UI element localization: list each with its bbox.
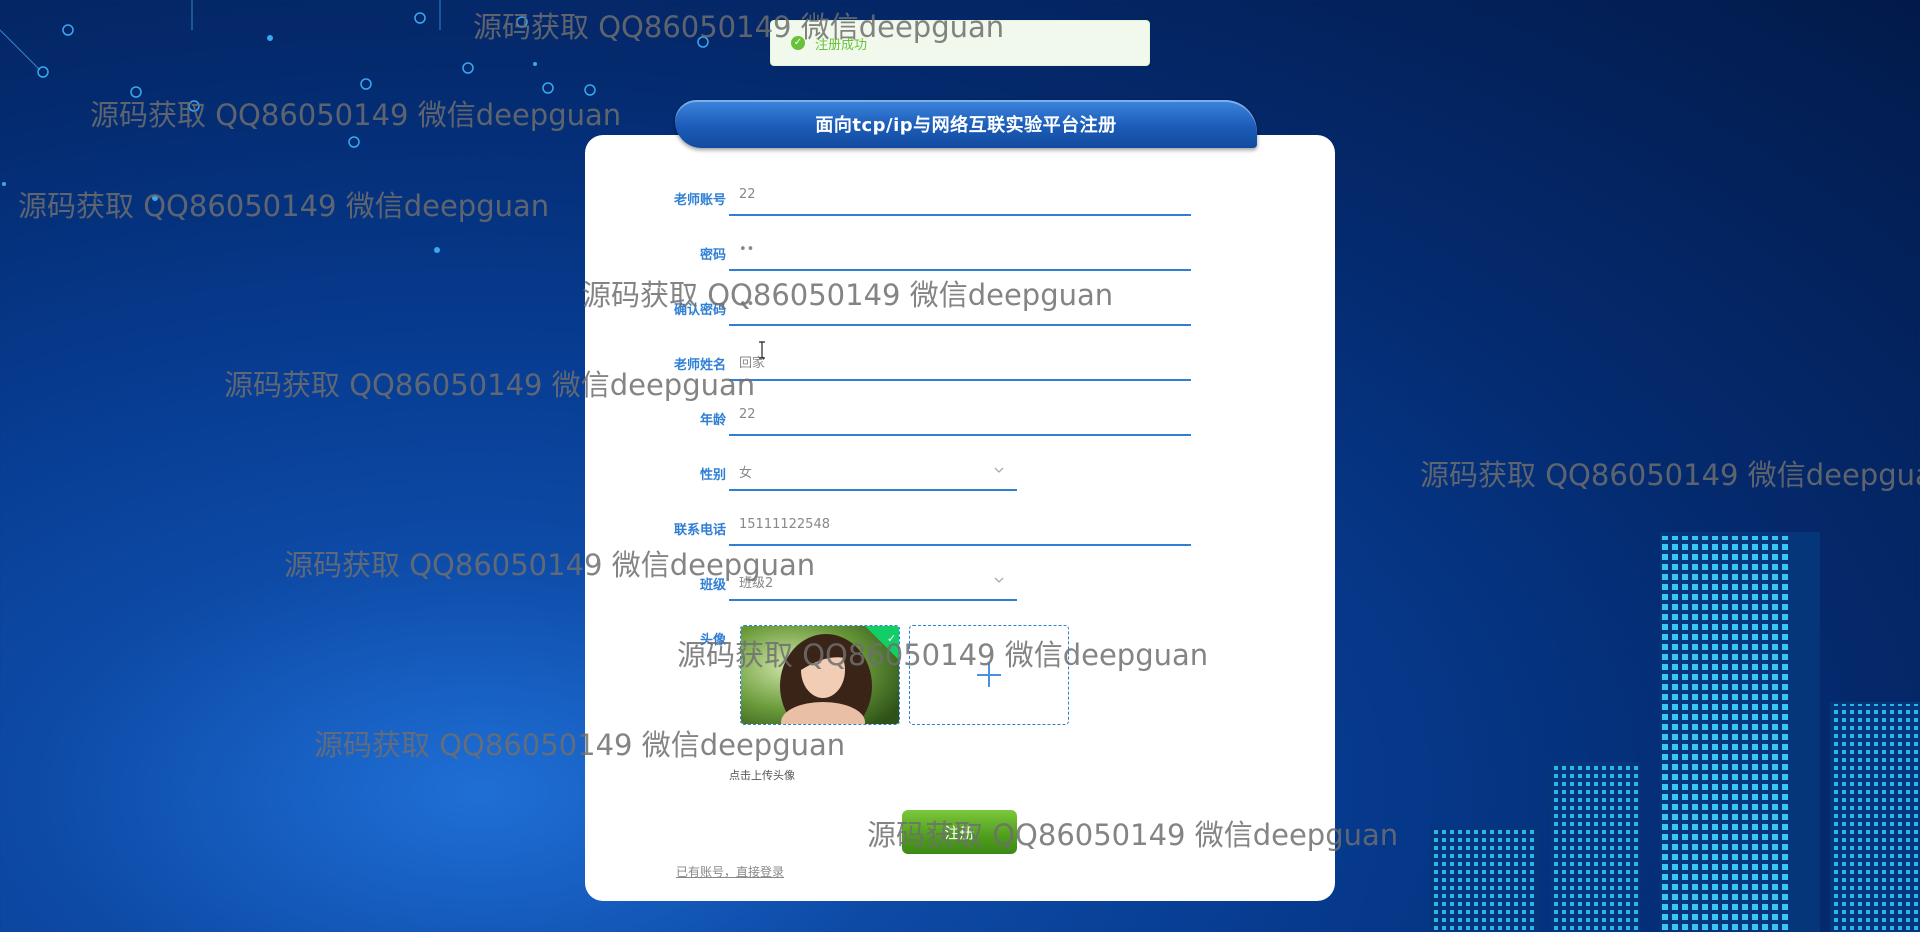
register-form-card: 老师账号 22 密码 •• 确认密码 •• 老师姓名 回家 年龄 22 性别 女… [585, 135, 1335, 901]
page-title: 面向tcp/ip与网络互联实验平台注册 [815, 115, 1117, 136]
phone-input[interactable]: 15111122548 [729, 507, 1191, 546]
avatar-preview[interactable]: ✓ [740, 625, 900, 725]
field-label: 班级 [699, 578, 726, 593]
field-age: 年龄 22 [585, 397, 1335, 437]
field-phone: 联系电话 15111122548 [585, 507, 1335, 547]
field-teacher-account: 老师账号 22 [585, 177, 1335, 217]
plus-icon [977, 663, 1001, 687]
field-label: 老师姓名 [673, 358, 726, 373]
class-select[interactable]: 班级2 [729, 562, 1017, 601]
field-label: 性别 [699, 468, 726, 483]
field-label: 年龄 [699, 413, 726, 428]
field-teacher-name: 老师姓名 回家 [585, 342, 1335, 382]
teacher-account-input[interactable]: 22 [729, 177, 1191, 216]
svg-text:✓: ✓ [887, 632, 896, 645]
field-label: 联系电话 [673, 523, 726, 538]
register-submit-button[interactable]: 注册 [902, 810, 1017, 854]
field-gender: 性别 女 [585, 452, 1335, 492]
field-label: 老师账号 [673, 193, 726, 208]
avatar-upload-button[interactable] [909, 625, 1069, 725]
class-select-value: 班级2 [739, 576, 774, 591]
field-confirm-password: 确认密码 •• [585, 287, 1335, 327]
check-circle-icon: ✓ [791, 36, 805, 50]
chevron-down-icon [994, 467, 1004, 473]
age-input[interactable]: 22 [729, 397, 1191, 436]
form-header: 面向tcp/ip与网络互联实验平台注册 [675, 100, 1257, 148]
login-link[interactable]: 已有账号，直接登录 [676, 863, 784, 880]
text-cursor-icon [759, 341, 765, 359]
city-skyline-illustration [1430, 532, 1920, 932]
field-password: 密码 •• [585, 232, 1335, 272]
toast-message: 注册成功 [815, 37, 868, 53]
teacher-name-input[interactable]: 回家 [729, 342, 1191, 381]
field-class: 班级 班级2 [585, 562, 1335, 602]
gender-select[interactable]: 女 [729, 452, 1017, 491]
upload-tip: 点击上传头像 [729, 769, 795, 782]
field-label: 确认密码 [673, 303, 726, 318]
field-label: 密码 [699, 248, 726, 263]
chevron-down-icon [994, 577, 1004, 583]
gender-select-value: 女 [739, 466, 753, 481]
field-label: 头像 [699, 633, 726, 648]
password-input[interactable]: •• [729, 232, 1191, 271]
confirm-password-input[interactable]: •• [729, 287, 1191, 326]
success-toast: ✓ 注册成功 [770, 20, 1150, 66]
avatar-image: ✓ [741, 626, 899, 724]
